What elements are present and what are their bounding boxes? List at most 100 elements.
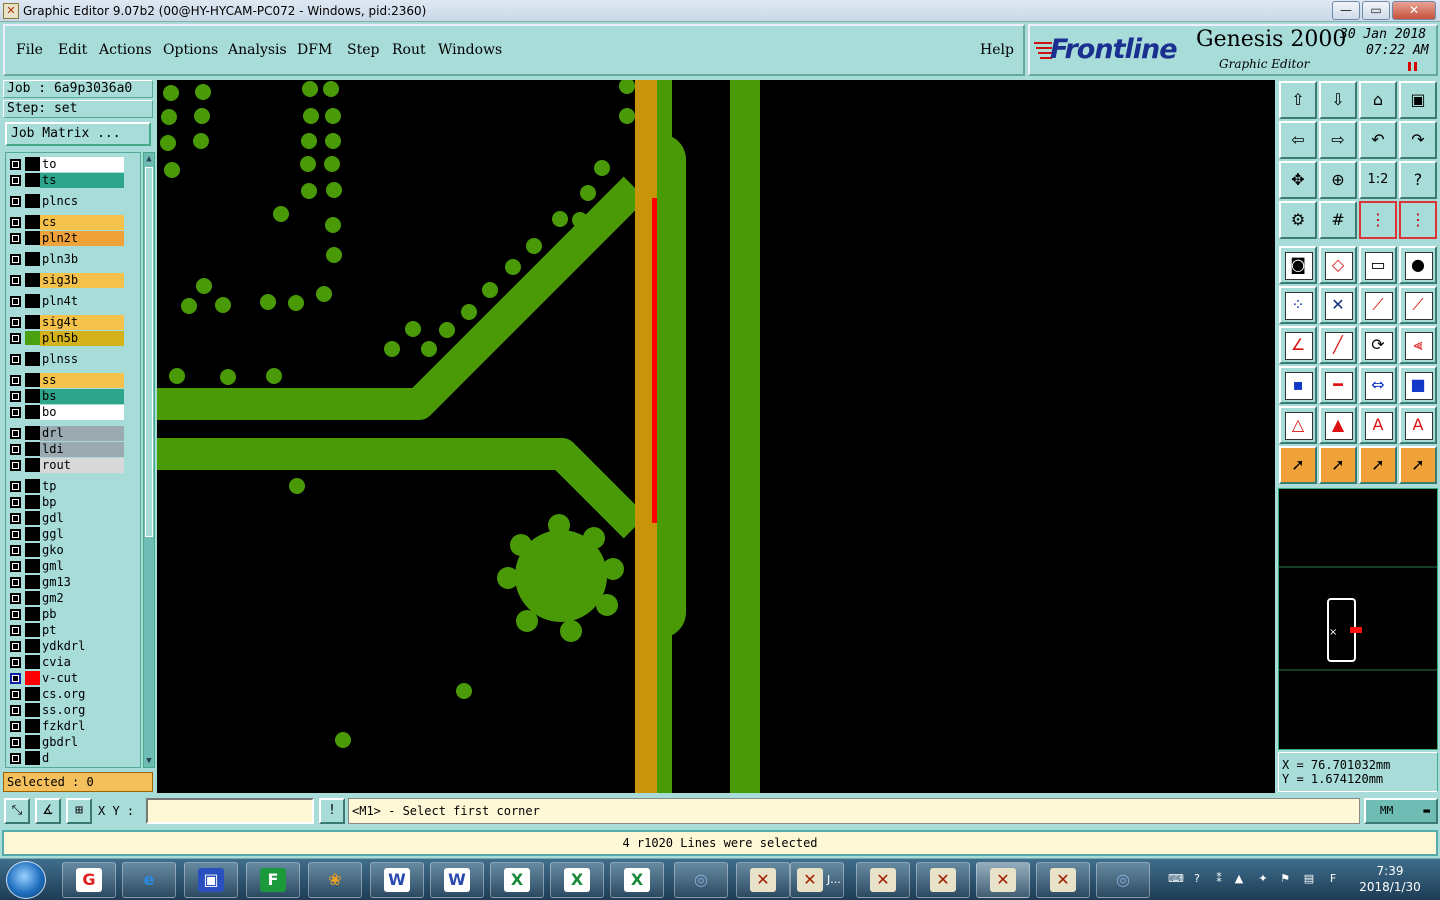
taskbar-genesis-win-2[interactable]: ✕ J...: [790, 862, 844, 898]
cross-nodes-icon[interactable]: ✕: [1319, 286, 1357, 324]
menu-actions[interactable]: Actions: [99, 42, 152, 58]
upload-icon[interactable]: ⇧: [1279, 81, 1317, 119]
layer-checkbox[interactable]: [10, 577, 21, 588]
layer-row[interactable]: ldi: [6, 441, 140, 457]
layer-name[interactable]: cvia: [40, 655, 124, 670]
taskbar-frontline-app[interactable]: F: [246, 862, 300, 898]
layer-color-swatch[interactable]: [25, 687, 40, 701]
layer-color-swatch[interactable]: [25, 543, 40, 557]
layer-checkbox[interactable]: [10, 254, 21, 265]
taskbar-genesis-win-4[interactable]: ✕: [916, 862, 970, 898]
layer-row[interactable]: bs: [6, 388, 140, 404]
window-icon[interactable]: ▣: [1399, 81, 1437, 119]
pcb-drawing[interactable]: [157, 80, 1275, 793]
layer-name[interactable]: pln2t: [40, 231, 124, 246]
layer-checkbox[interactable]: [10, 689, 21, 700]
menu-analysis[interactable]: Analysis: [228, 42, 287, 58]
layer-color-swatch[interactable]: [25, 389, 40, 403]
layer-name[interactable]: sig3b: [40, 273, 124, 288]
layer-color-swatch[interactable]: [25, 373, 40, 387]
system-clock[interactable]: 7:39 2018/1/30: [1352, 863, 1428, 895]
menu-step[interactable]: Step: [347, 42, 379, 58]
layer-checkbox[interactable]: [10, 481, 21, 492]
layer-color-swatch[interactable]: [25, 735, 40, 749]
layer-color-swatch[interactable]: [25, 719, 40, 733]
layer-color-swatch[interactable]: [25, 426, 40, 440]
layer-row[interactable]: v-cut: [6, 670, 140, 686]
layer-name[interactable]: gml: [40, 559, 124, 574]
job-matrix-button[interactable]: Job Matrix ...: [5, 122, 151, 146]
layer-checkbox[interactable]: [10, 513, 21, 524]
show-hidden-icon[interactable]: ▲: [1232, 872, 1246, 886]
menu-help[interactable]: Help: [980, 42, 1014, 58]
angle-snap-icon[interactable]: ∡: [35, 798, 61, 824]
fanout-icon[interactable]: ⫷: [1399, 326, 1437, 364]
zoom-center-icon[interactable]: ⊕: [1319, 161, 1357, 199]
layer-row[interactable]: to: [6, 156, 140, 172]
layer-name[interactable]: sig4t: [40, 315, 124, 330]
taskbar-genesis-win-3[interactable]: ✕: [856, 862, 910, 898]
ruler-icon[interactable]: ▭: [1359, 246, 1397, 284]
layer-checkbox[interactable]: [10, 333, 21, 344]
layer-color-swatch[interactable]: [25, 511, 40, 525]
pause-icon[interactable]: [1408, 62, 1417, 71]
taskbar-network-app[interactable]: ◎: [674, 862, 728, 898]
layer-color-swatch[interactable]: [25, 315, 40, 329]
layer-checkbox[interactable]: [10, 609, 21, 620]
select-path-icon[interactable]: ➚: [1399, 446, 1437, 484]
layer-color-swatch[interactable]: [25, 352, 40, 366]
layer-row[interactable]: fzkdrl: [6, 718, 140, 734]
menu-file[interactable]: File: [16, 42, 43, 58]
layer-row[interactable]: gm13: [6, 574, 140, 590]
network-icon[interactable]: ▤: [1302, 872, 1316, 886]
taskbar-genesis-app[interactable]: G: [62, 862, 116, 898]
layer-row[interactable]: pb: [6, 606, 140, 622]
layer-color-swatch[interactable]: [25, 575, 40, 589]
scroll-thumb[interactable]: [145, 167, 153, 537]
triangle-icon[interactable]: △: [1279, 406, 1317, 444]
layer-color-swatch[interactable]: [25, 194, 40, 208]
layer-row[interactable]: sig3b: [6, 272, 140, 288]
layer-color-swatch[interactable]: [25, 639, 40, 653]
layer-name[interactable]: v-cut: [40, 671, 124, 686]
grid-icon[interactable]: #: [1319, 201, 1357, 239]
layer-row[interactable]: gbdrl: [6, 734, 140, 750]
layer-row[interactable]: bo: [6, 404, 140, 420]
arc-icon[interactable]: ⟳: [1359, 326, 1397, 364]
layer-checkbox[interactable]: [10, 375, 21, 386]
layer-checkbox[interactable]: [10, 673, 21, 684]
layer-row[interactable]: rout: [6, 457, 140, 473]
layer-name[interactable]: rout: [40, 458, 124, 473]
taskbar-word-2[interactable]: W: [430, 862, 484, 898]
layer-checkbox[interactable]: [10, 407, 21, 418]
taskbar-excel-2[interactable]: X: [550, 862, 604, 898]
layer-checkbox[interactable]: [10, 561, 21, 572]
graphic-canvas[interactable]: [157, 80, 1275, 793]
taskbar-genesis-win-1[interactable]: ✕: [736, 862, 790, 898]
net-highlight-icon[interactable]: ⋮: [1399, 201, 1437, 239]
shape-feature-icon[interactable]: ◇: [1319, 246, 1357, 284]
layer-row[interactable]: pln5b: [6, 330, 140, 346]
layer-checkbox[interactable]: [10, 753, 21, 764]
layer-name[interactable]: tp: [40, 479, 124, 494]
layer-checkbox[interactable]: [10, 428, 21, 439]
input-method-icon[interactable]: ⁑: [1212, 872, 1226, 886]
layer-checkbox[interactable]: [10, 641, 21, 652]
layer-checkbox[interactable]: [10, 354, 21, 365]
taskbar-excel-1[interactable]: X: [490, 862, 544, 898]
slash-line-icon[interactable]: ╱: [1319, 326, 1357, 364]
layer-row[interactable]: gml: [6, 558, 140, 574]
taskbar-shell-app[interactable]: ❀: [308, 862, 362, 898]
layer-row[interactable]: plnss: [6, 351, 140, 367]
layer-color-swatch[interactable]: [25, 751, 40, 765]
overview-window[interactable]: ×: [1278, 488, 1438, 750]
layer-checkbox[interactable]: [10, 529, 21, 540]
scroll-down-icon[interactable]: ▼: [144, 755, 154, 767]
layer-checkbox[interactable]: [10, 217, 21, 228]
layer-color-swatch[interactable]: [25, 479, 40, 493]
taskbar-word-1[interactable]: W: [370, 862, 424, 898]
pad-feature-icon[interactable]: ◙: [1279, 246, 1317, 284]
layer-row[interactable]: ss: [6, 372, 140, 388]
layer-color-swatch[interactable]: [25, 442, 40, 456]
home-icon[interactable]: ⌂: [1359, 81, 1397, 119]
